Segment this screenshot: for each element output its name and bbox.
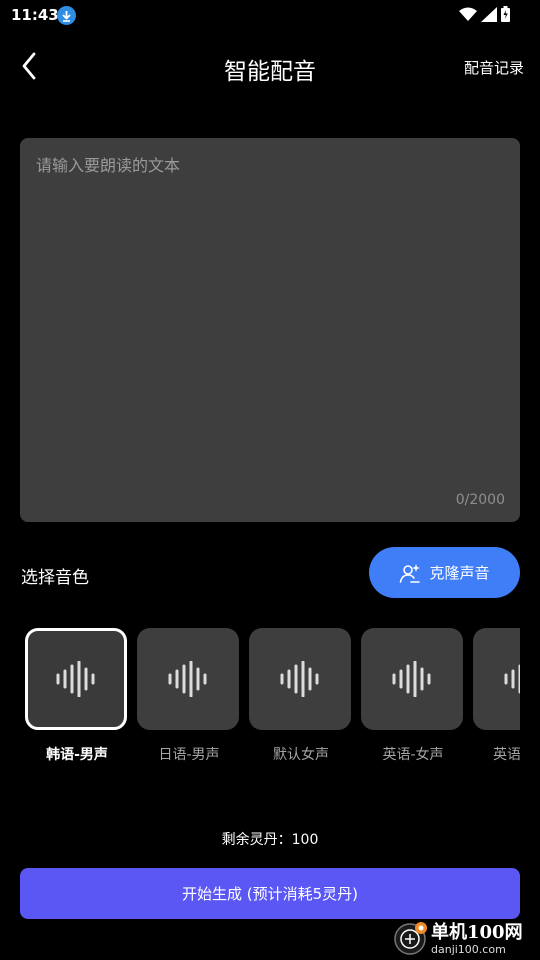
watermark-title: 单机100网 — [431, 921, 523, 943]
voice-option-english[interactable]: 英语 — [473, 628, 520, 764]
status-bar: 11:43 — [0, 0, 540, 32]
signal-icon — [481, 6, 497, 22]
waveform-icon — [168, 661, 207, 697]
voice-card[interactable] — [473, 628, 520, 730]
voice-card[interactable] — [25, 628, 127, 730]
voice-name: 英语 — [493, 747, 520, 763]
voice-list[interactable]: 韩语-男声 日语-男声 默认女声 英语-女声 英语 — [20, 628, 520, 768]
voice-clone-icon — [400, 563, 421, 583]
status-time: 11:43 — [11, 6, 59, 24]
watermark: 单机100网 danji100.com — [393, 918, 540, 960]
clone-voice-label: 克隆声音 — [429, 564, 490, 582]
dubbing-record-link[interactable]: 配音记录 — [464, 57, 524, 78]
page-title: 智能配音 — [224, 59, 316, 85]
char-counter: 0/2000 — [455, 492, 505, 508]
voice-card[interactable] — [137, 628, 239, 730]
voice-name: 英语-女声 — [382, 747, 444, 763]
battery-icon — [501, 6, 510, 22]
voice-name: 日语-男声 — [158, 747, 220, 763]
voice-card[interactable] — [361, 628, 463, 730]
app-header: 智能配音 配音记录 — [0, 32, 540, 102]
waveform-icon — [280, 661, 319, 697]
voice-option-default-female[interactable]: 默认女声 — [249, 628, 353, 764]
status-icons — [459, 6, 510, 22]
voice-name: 韩语-男声 — [46, 747, 108, 763]
voice-option-japanese-male[interactable]: 日语-男声 — [137, 628, 241, 764]
text-editor: 0/2000 — [20, 138, 520, 522]
voice-name: 默认女声 — [273, 747, 329, 763]
voice-option-english-female[interactable]: 英语-女声 — [361, 628, 465, 764]
clone-voice-button[interactable]: 克隆声音 — [369, 547, 520, 598]
wifi-icon — [459, 7, 477, 21]
waveform-icon — [56, 661, 95, 697]
watermark-url: danji100.com — [431, 942, 506, 956]
download-icon — [57, 6, 76, 25]
generate-button[interactable]: 开始生成 (预计消耗5灵丹) — [20, 868, 520, 919]
waveform-icon — [504, 664, 520, 694]
balance-text: 剩余灵丹：100 — [221, 832, 319, 848]
voice-section-label: 选择音色 — [21, 568, 89, 588]
text-input[interactable] — [36, 152, 504, 472]
voice-option-korean-male[interactable]: 韩语-男声 — [25, 628, 129, 764]
watermark-logo — [393, 922, 427, 956]
voice-card[interactable] — [249, 628, 351, 730]
waveform-icon — [392, 661, 431, 697]
